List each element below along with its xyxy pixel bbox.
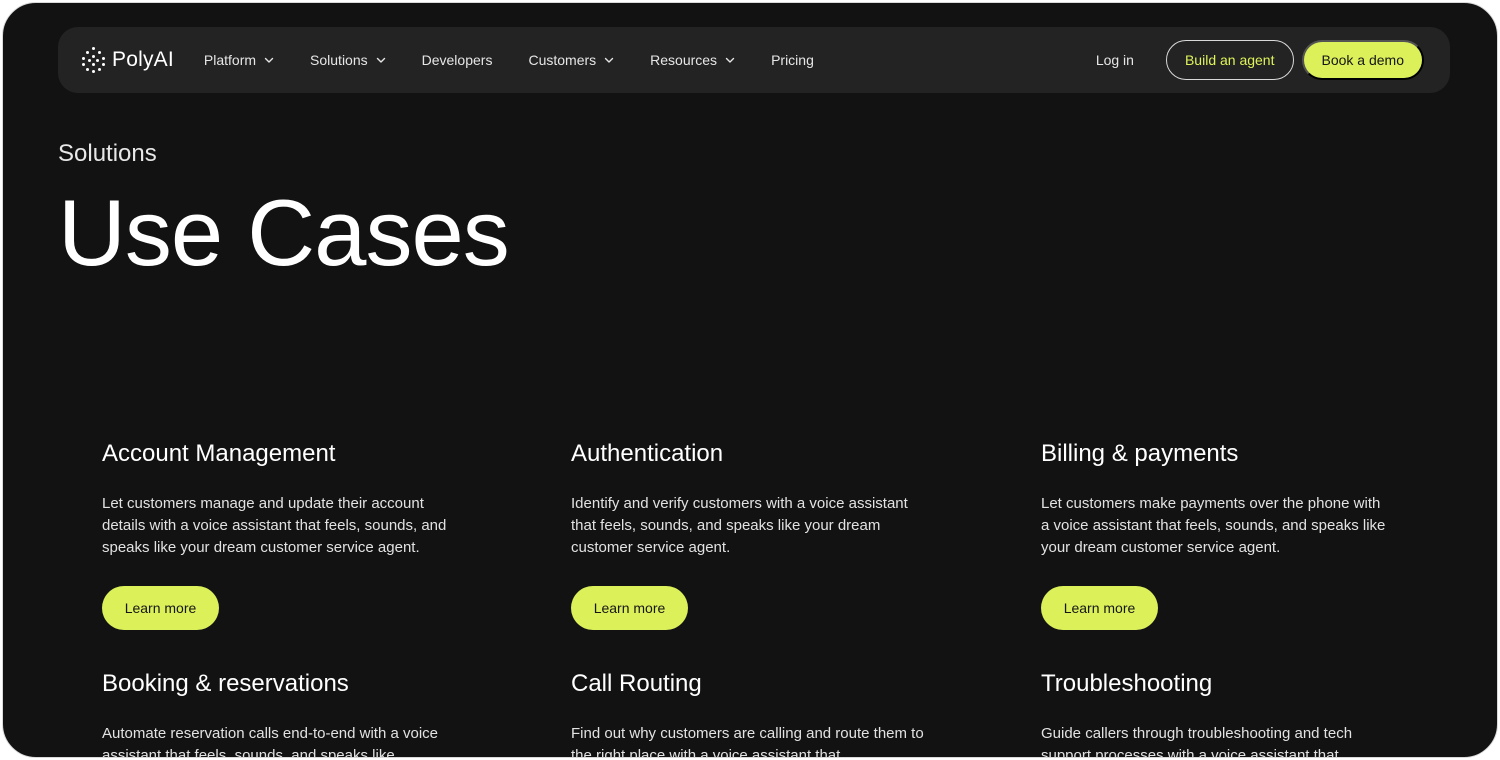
section-eyebrow: Solutions (58, 140, 157, 167)
use-case-card-authentication: Authentication Identify and verify custo… (571, 439, 951, 630)
chevron-down-icon (264, 57, 274, 63)
chevron-down-icon (604, 57, 614, 63)
use-case-card-billing-payments: Billing & payments Let customers make pa… (1041, 439, 1421, 630)
nav-item-solutions[interactable]: Solutions (310, 52, 386, 68)
logo[interactable]: PolyAI (82, 47, 174, 73)
card-title: Booking & reservations (102, 670, 349, 697)
nav-item-resources[interactable]: Resources (650, 52, 735, 68)
nav-item-platform[interactable]: Platform (204, 52, 274, 68)
nav-item-label: Solutions (310, 52, 368, 68)
use-case-card-booking-reservations: Booking & reservations Automate reservat… (102, 669, 482, 758)
page-frame: PolyAI Platform Solutions Developers Cus… (2, 2, 1498, 758)
card-body: Automate reservation calls end-to-end wi… (102, 725, 439, 758)
login-link[interactable]: Log in (1096, 52, 1134, 68)
learn-more-button[interactable]: Learn more (571, 586, 688, 630)
card-body: Let customers make payments over the pho… (1041, 495, 1386, 556)
card-body: Guide callers through troubleshooting an… (1041, 725, 1353, 758)
learn-more-button[interactable]: Learn more (1041, 586, 1158, 630)
card-title: Troubleshooting (1041, 670, 1213, 697)
chevron-down-icon (376, 57, 385, 63)
main-menu: Platform Solutions Developers Customers … (204, 52, 850, 68)
use-case-card-call-routing: Call Routing Find out why customers are … (571, 669, 951, 758)
logo-text: PolyAI (112, 48, 174, 71)
nav-item-label: Platform (203, 52, 257, 68)
card-title: Authentication (571, 440, 724, 467)
nav-item-label: Resources (650, 52, 718, 68)
book-demo-button[interactable]: Book a demo (1301, 40, 1424, 80)
card-body: Let customers manage and update their ac… (102, 495, 447, 556)
nav-item-customers[interactable]: Customers (528, 52, 614, 68)
learn-more-button[interactable]: Learn more (102, 586, 219, 630)
card-title: Billing & payments (1041, 440, 1239, 467)
nav-item-label: Customers (528, 52, 597, 68)
card-body: Find out why customers are calling and r… (571, 725, 924, 758)
nav-item-developers[interactable]: Developers (422, 52, 493, 68)
nav-item-pricing[interactable]: Pricing (771, 52, 814, 68)
chevron-down-icon (725, 57, 735, 63)
use-case-card-account-management: Account Management Let customers manage … (102, 439, 482, 630)
top-navigation: PolyAI Platform Solutions Developers Cus… (58, 27, 1450, 93)
nav-item-label: Pricing (771, 52, 814, 68)
page-title: Use Cases (58, 180, 510, 285)
polyai-logo-icon (82, 47, 106, 73)
nav-actions: Log in Build an agent Book a demo (1096, 40, 1424, 80)
card-title: Call Routing (571, 670, 702, 697)
card-body: Identify and verify customers with a voi… (571, 495, 908, 556)
nav-item-label: Developers (421, 52, 493, 68)
build-agent-button[interactable]: Build an agent (1165, 40, 1294, 80)
card-title: Account Management (102, 440, 336, 467)
use-case-card-troubleshooting: Troubleshooting Guide callers through tr… (1041, 669, 1421, 758)
